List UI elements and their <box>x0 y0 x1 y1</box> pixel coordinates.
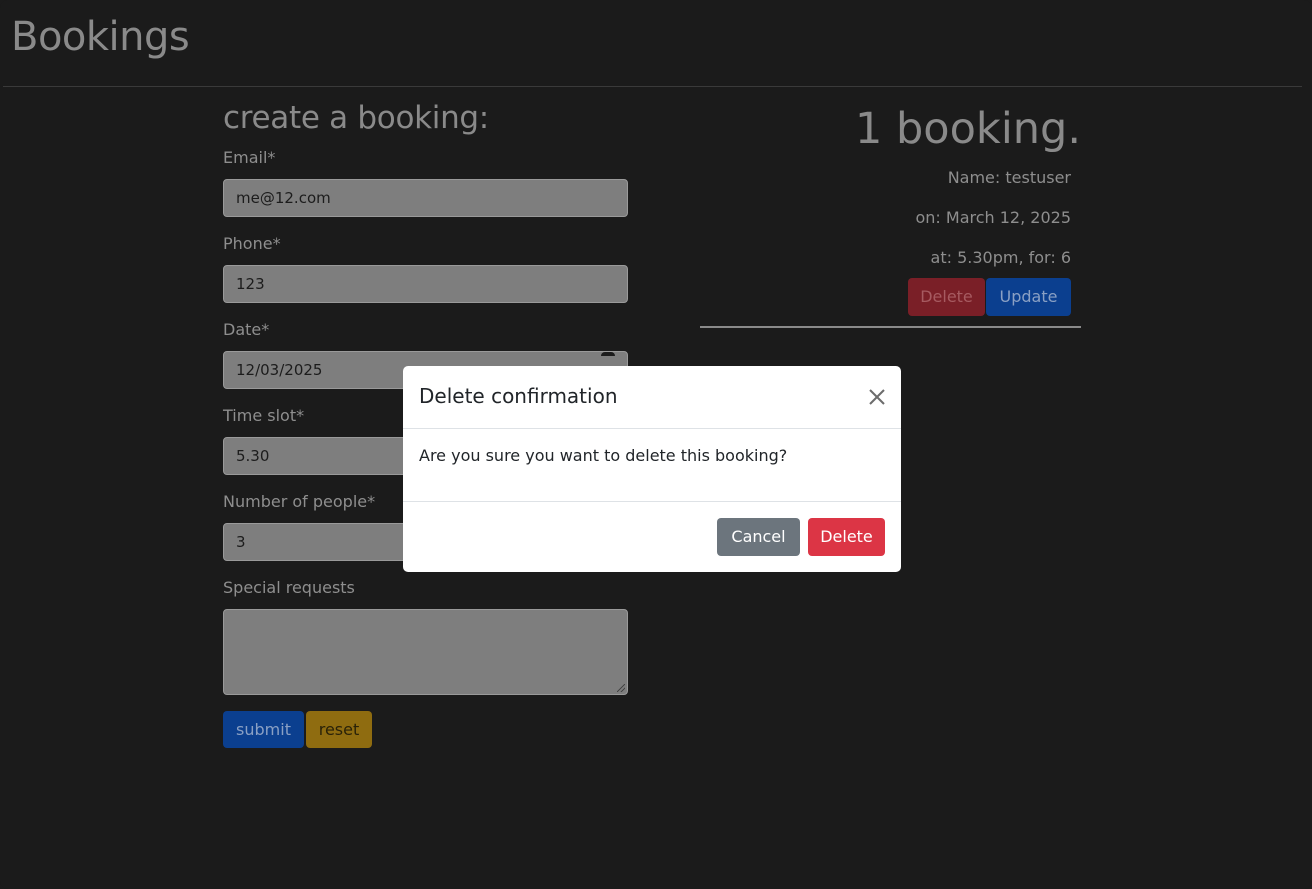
bookings-list: 1 booking. Name: testuser on: March 12, … <box>700 100 1081 328</box>
booking-divider <box>700 326 1081 328</box>
modal-message: Are you sure you want to delete this boo… <box>419 446 788 465</box>
modal-header: Delete confirmation <box>403 366 901 429</box>
booking-update-button[interactable]: Update <box>986 278 1071 316</box>
special-requests-label: Special requests <box>223 578 355 597</box>
header: Bookings <box>3 0 1302 87</box>
calendar-icon[interactable] <box>601 352 615 356</box>
modal-title: Delete confirmation <box>419 384 618 408</box>
phone-label: Phone* <box>223 234 281 253</box>
modal-footer: Cancel Delete <box>403 502 901 572</box>
reset-button[interactable]: reset <box>306 711 372 748</box>
date-label: Date* <box>223 320 270 339</box>
booking-date: on: March 12, 2025 <box>915 208 1071 227</box>
booking-card: Name: testuser on: March 12, 2025 at: 5.… <box>700 158 1081 328</box>
date-value: 12/03/2025 <box>236 361 323 379</box>
close-icon[interactable] <box>867 387 887 407</box>
modal-body: Are you sure you want to delete this boo… <box>403 429 901 502</box>
submit-button[interactable]: submit <box>223 711 304 748</box>
form-actions: submit reset <box>223 711 628 748</box>
special-requests-textarea[interactable] <box>223 609 628 695</box>
form-heading: create a booking: <box>223 100 489 136</box>
phone-field[interactable]: 123 <box>223 265 628 303</box>
booking-actions: Delete Update <box>700 278 1081 316</box>
bookings-count-heading: 1 booking. <box>854 104 1081 154</box>
booking-time: at: 5.30pm, for: 6 <box>930 248 1071 267</box>
booking-name: Name: testuser <box>947 168 1071 187</box>
page: Bookings create a booking: Email* me@12.… <box>0 0 1312 889</box>
email-field[interactable]: me@12.com <box>223 179 628 217</box>
page-title: Bookings <box>11 14 190 60</box>
cancel-button[interactable]: Cancel <box>717 518 800 556</box>
delete-confirmation-modal: Delete confirmation Are you sure you wan… <box>403 366 901 572</box>
booking-delete-button[interactable]: Delete <box>908 278 985 316</box>
resize-grip-icon[interactable] <box>617 684 625 692</box>
email-label: Email* <box>223 148 276 167</box>
confirm-delete-button[interactable]: Delete <box>808 518 885 556</box>
